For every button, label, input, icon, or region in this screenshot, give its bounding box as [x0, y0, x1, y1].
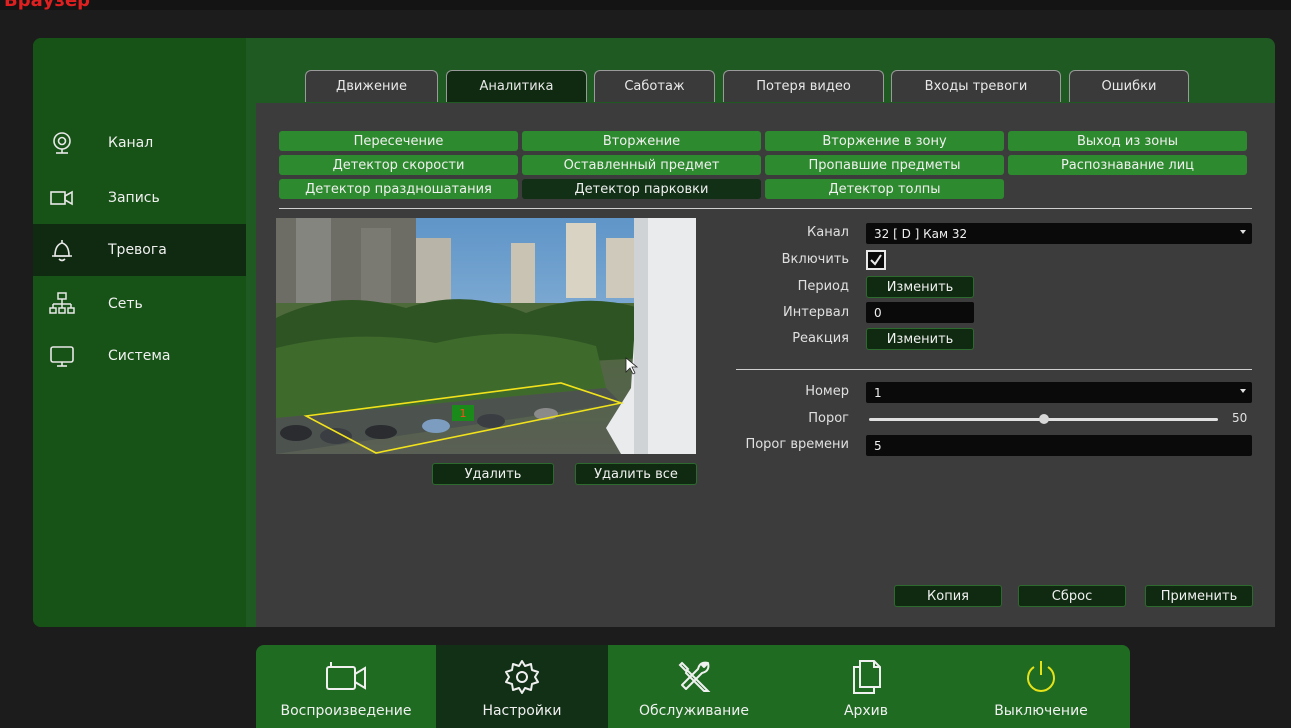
zone-number-label: 1: [460, 407, 467, 420]
analytic-zone-exit[interactable]: Выход из зоны: [1008, 131, 1247, 151]
time-threshold-input[interactable]: 5: [866, 435, 1252, 456]
sidebar: Канал Запись Тревога Сеть Система: [33, 38, 246, 627]
tab-analytics[interactable]: Аналитика: [446, 70, 587, 102]
enable-checkbox[interactable]: [866, 250, 886, 270]
chevron-down-icon: [1240, 389, 1246, 393]
threshold-label: Порог: [808, 411, 849, 426]
window-title: Браузер: [4, 0, 90, 10]
sidebar-item-channel[interactable]: Канал: [33, 117, 246, 169]
analytic-missing-object[interactable]: Пропавшие предметы: [765, 155, 1004, 175]
sidebar-item-label: Сеть: [108, 296, 143, 312]
monitor-icon: [49, 343, 75, 369]
top-strip: Браузер: [0, 0, 1291, 10]
playback-camera-icon: [319, 659, 373, 695]
dock-item-settings[interactable]: Настройки: [436, 645, 608, 728]
dock-label: Выключение: [994, 703, 1088, 719]
dock-label: Архив: [843, 703, 889, 719]
analytic-left-object[interactable]: Оставленный предмет: [522, 155, 761, 175]
bottom-dock: Воспроизведение Настройки Обслуживание А…: [256, 645, 1130, 728]
divider: [736, 369, 1252, 370]
reaction-edit-button[interactable]: Изменить: [866, 328, 974, 350]
number-value: 1: [874, 385, 882, 400]
gear-icon: [502, 659, 542, 695]
chevron-down-icon: [1240, 230, 1246, 234]
tab-video-loss[interactable]: Потеря видео: [723, 70, 884, 102]
analytic-zone-entry[interactable]: Вторжение в зону: [765, 131, 1004, 151]
video-record-icon: [49, 185, 75, 211]
analytic-loitering[interactable]: Детектор праздношатания: [279, 179, 518, 199]
dock-label: Обслуживание: [639, 703, 749, 719]
channel-label: Канал: [807, 225, 849, 240]
dock-label: Воспроизведение: [280, 703, 412, 719]
dock-item-playback[interactable]: Воспроизведение: [256, 645, 436, 728]
tab-errors[interactable]: Ошибки: [1069, 70, 1189, 102]
analytic-intrusion[interactable]: Вторжение: [522, 131, 761, 151]
slider-handle[interactable]: [1038, 414, 1049, 424]
bell-icon: [49, 237, 75, 263]
sidebar-item-alarm[interactable]: Тревога: [33, 224, 246, 276]
sidebar-item-label: Канал: [108, 135, 154, 151]
reset-button[interactable]: Сброс: [1018, 585, 1126, 607]
power-icon: [1021, 659, 1061, 695]
archive-files-icon: [846, 659, 886, 695]
tab-motion[interactable]: Движение: [305, 70, 438, 102]
dock-item-maintenance[interactable]: Обслуживание: [608, 645, 780, 728]
interval-input[interactable]: 0: [866, 302, 974, 323]
tab-tamper[interactable]: Саботаж: [594, 70, 715, 102]
sidebar-item-label: Запись: [108, 190, 160, 206]
sidebar-item-system[interactable]: Система: [33, 330, 246, 382]
check-icon: [870, 254, 882, 266]
analytic-parking[interactable]: Детектор парковки: [522, 179, 761, 199]
dock-item-archive[interactable]: Архив: [780, 645, 952, 728]
enable-label: Включить: [781, 252, 849, 267]
delete-button[interactable]: Удалить: [432, 463, 554, 485]
tools-icon: [674, 659, 714, 695]
channel-value: 32 [ D ] Кам 32: [874, 226, 968, 241]
interval-value: 0: [874, 305, 882, 320]
period-label: Период: [797, 279, 849, 294]
tab-alarm-inputs[interactable]: Входы тревоги: [891, 70, 1061, 102]
threshold-value: 50: [1232, 411, 1248, 425]
video-preview[interactable]: 1: [276, 218, 696, 454]
apply-button[interactable]: Применить: [1145, 585, 1253, 607]
copy-button[interactable]: Копия: [894, 585, 1002, 607]
reaction-label: Реакция: [792, 331, 849, 346]
number-select[interactable]: 1: [866, 382, 1252, 403]
sidebar-item-label: Система: [108, 348, 171, 364]
dock-label: Настройки: [482, 703, 562, 719]
interval-label: Интервал: [783, 305, 849, 320]
analytic-face-recognition[interactable]: Распознавание лиц: [1008, 155, 1247, 175]
sidebar-item-label: Тревога: [108, 242, 167, 258]
number-label: Номер: [805, 384, 849, 399]
period-edit-button[interactable]: Изменить: [866, 276, 974, 298]
sidebar-item-record[interactable]: Запись: [33, 172, 246, 224]
network-icon: [49, 291, 75, 317]
analytic-crowd[interactable]: Детектор толпы: [765, 179, 1004, 199]
dock-item-shutdown[interactable]: Выключение: [952, 645, 1130, 728]
camera-lens-icon: [49, 130, 75, 156]
time-threshold-value: 5: [874, 438, 882, 453]
delete-all-button[interactable]: Удалить все: [575, 463, 697, 485]
sidebar-item-network[interactable]: Сеть: [33, 278, 246, 330]
divider: [279, 208, 1252, 209]
analytic-speed[interactable]: Детектор скорости: [279, 155, 518, 175]
threshold-slider[interactable]: [869, 414, 1218, 424]
channel-select[interactable]: 32 [ D ] Кам 32: [866, 223, 1252, 244]
analytic-crossing[interactable]: Пересечение: [279, 131, 518, 151]
time-threshold-label: Порог времени: [745, 437, 849, 452]
